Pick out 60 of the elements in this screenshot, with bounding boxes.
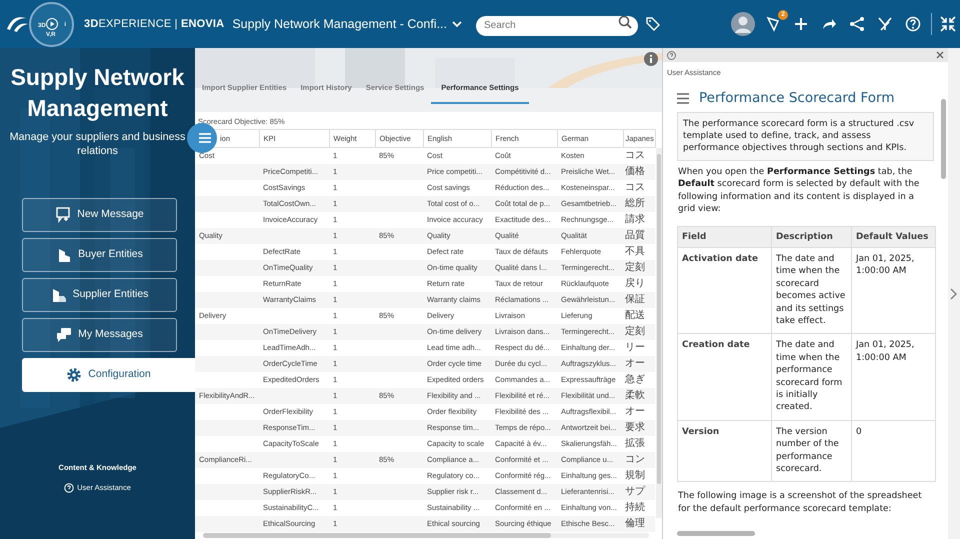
help-paragraph: The following image is a screenshot of the spreadsheet for the default performance scorecard template: [677, 490, 923, 516]
table-cell: Jan 01, 2025, 1:00:00 AM [852, 247, 936, 334]
table-cell: The date and time when the scorecard becomes active and its settings take effect. [772, 247, 852, 334]
table-cell: Jan 01, 2025, 1:00:00 AM [852, 334, 936, 420]
menu-icon [199, 133, 211, 143]
table-cell: オー [623, 404, 655, 420]
info-icon[interactable] [644, 52, 658, 66]
table-cell: The date and time when the performance scorecard form is initially created. [772, 334, 852, 420]
network-icon[interactable] [849, 16, 865, 32]
close-icon[interactable] [936, 51, 944, 59]
table-cell: Activation date [678, 247, 772, 334]
table-cell: コス [623, 180, 655, 196]
chevron-right-icon[interactable] [948, 286, 958, 300]
table-cell: 品質 [623, 228, 655, 244]
table-cell: 定刻 [623, 324, 655, 340]
column-header: Field [678, 226, 772, 248]
brand-name: 3DEXPERIENCE | ENOVIA [84, 16, 224, 32]
table-cell: Version [678, 420, 772, 482]
table-cell: コス [623, 148, 655, 164]
plus-icon[interactable] [793, 16, 809, 32]
table-cell: 定刻 [623, 260, 655, 276]
table-cell: 0 [852, 420, 936, 482]
column-header: Default Values [852, 226, 936, 248]
column-header: Description [772, 226, 852, 248]
search-icon[interactable] [618, 15, 632, 29]
table-cell: The version number of the performance scorecard. [772, 420, 852, 482]
menu-button[interactable] [187, 123, 217, 153]
table-cell: 総所 [623, 196, 655, 212]
menu-icon[interactable] [677, 92, 689, 104]
tag-icon[interactable] [646, 17, 660, 31]
help-paragraph: When you open the Performance Settings tab, the Default scorecard form is selected by default with the following information and its content is displayed in a grid view: [677, 166, 920, 216]
logo-icon[interactable] [4, 14, 30, 34]
table-cell: 柔軟 [623, 388, 655, 404]
table-cell: サプ [623, 484, 655, 500]
scrollbar[interactable] [203, 533, 649, 538]
collapse-icon[interactable] [940, 16, 956, 32]
table-cell: コン [623, 452, 655, 468]
chevron-down-icon[interactable] [451, 19, 464, 29]
table-cell: 戻り [623, 276, 655, 292]
table-cell: リー [623, 340, 655, 356]
table-cell: 価格 [623, 164, 655, 180]
summary-box: The performance scorecard form is a structured .csv template used to define, track, and assess performance objectives through sections and KPIs. [677, 112, 934, 161]
table-cell: 配送 [623, 308, 655, 324]
table-cell: 不具 [623, 244, 655, 260]
scrollbar[interactable] [656, 148, 662, 518]
table-cell: 拡張 [623, 436, 655, 452]
table-cell: Creation date [678, 334, 772, 420]
table-cell: オー [623, 356, 655, 372]
table-cell: 急ぎ [623, 372, 655, 388]
table-cell: 持続 [623, 500, 655, 516]
play-icon[interactable] [46, 18, 58, 30]
app-title[interactable]: Supply Network Management - Confi... [232, 14, 448, 34]
help-title: Performance Scorecard Form [699, 92, 895, 105]
table-cell: 保証 [623, 292, 655, 308]
table-cell: 要求 [623, 420, 655, 436]
table-cell: 規制 [623, 468, 655, 484]
search-field[interactable]: Search [476, 16, 638, 36]
avatar[interactable] [731, 12, 755, 36]
table-cell: 倫理 [623, 516, 655, 532]
table-cell: 請求 [623, 212, 655, 228]
